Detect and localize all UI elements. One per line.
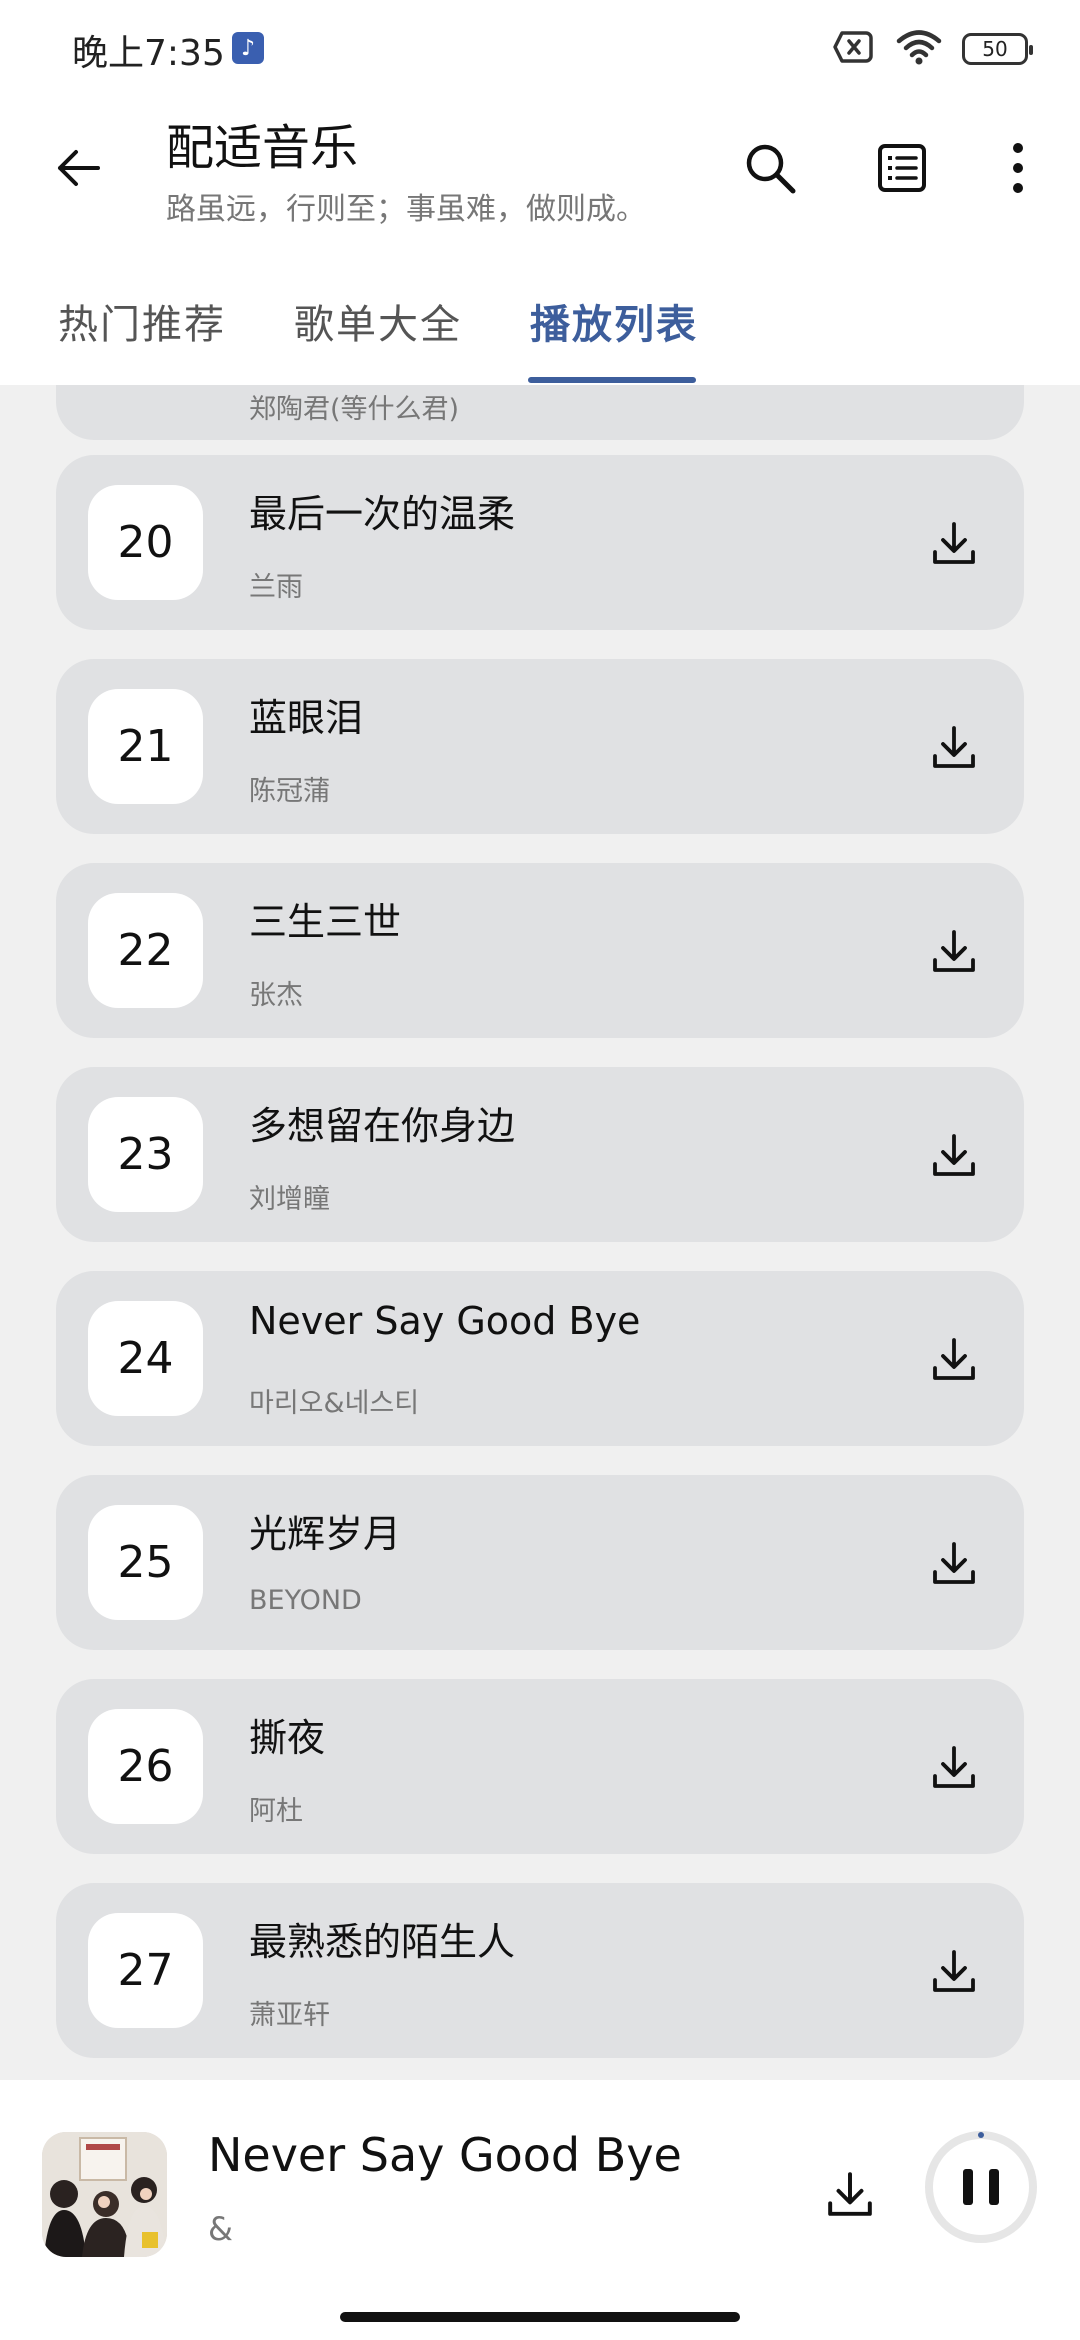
list-item[interactable]: 26 撕夜 阿杜 — [56, 1679, 1024, 1854]
download-button[interactable] — [924, 1737, 984, 1797]
back-arrow-icon — [58, 150, 100, 186]
download-button[interactable] — [924, 717, 984, 777]
track-number: 20 — [88, 485, 203, 600]
app-title: 配适音乐 — [166, 120, 359, 176]
mini-player[interactable]: Never Say Good Bye & — [0, 2080, 1080, 2340]
pause-button[interactable] — [922, 2128, 1040, 2246]
song-artist: 兰雨 — [249, 572, 303, 603]
player-song-artist: & — [208, 2210, 233, 2248]
download-button[interactable] — [924, 1125, 984, 1185]
download-icon — [933, 1338, 975, 1380]
download-button[interactable] — [924, 921, 984, 981]
track-number: 22 — [88, 893, 203, 1008]
status-bar: 晚上7:35 ♪ 50 — [0, 0, 1080, 96]
song-title: Never Say Good Bye — [249, 1299, 641, 1343]
search-icon — [746, 144, 796, 194]
app-subtitle: 路虽远，行则至；事虽难，做则成。 — [166, 192, 646, 227]
download-icon — [933, 930, 975, 972]
download-button[interactable] — [924, 513, 984, 573]
app-bar: 配适音乐 路虽远，行则至；事虽难，做则成。 — [0, 96, 1080, 266]
list-item[interactable]: 20 最后一次的温柔 兰雨 — [56, 455, 1024, 630]
song-artist: 마리오&네스티 — [249, 1388, 420, 1419]
download-button[interactable] — [924, 1533, 984, 1593]
list-item[interactable]: 24 Never Say Good Bye 마리오&네스티 — [56, 1271, 1024, 1446]
song-artist: 郑陶君(等什么君) — [249, 394, 460, 425]
player-song-title: Never Say Good Bye — [208, 2128, 682, 2182]
more-button[interactable] — [984, 134, 1052, 202]
download-icon — [933, 522, 975, 564]
more-vert-icon — [1013, 143, 1023, 193]
song-title: 光辉岁月 — [249, 1512, 402, 1556]
song-artist: 刘增瞳 — [249, 1184, 330, 1215]
album-art[interactable] — [42, 2132, 167, 2257]
home-indicator[interactable] — [340, 2312, 740, 2322]
track-number: 24 — [88, 1301, 203, 1416]
status-time: 晚上7:35 — [72, 33, 225, 74]
song-artist: BEYOND — [249, 1585, 362, 1616]
song-title: 最后一次的温柔 — [249, 492, 516, 536]
list-icon — [878, 144, 926, 192]
song-artist: 萧亚轩 — [249, 2000, 330, 2031]
sim-off-icon — [832, 30, 876, 68]
song-artist: 阿杜 — [249, 1796, 303, 1827]
download-icon — [933, 1542, 975, 1584]
song-title: 撕夜 — [249, 1716, 326, 1760]
track-number: 23 — [88, 1097, 203, 1212]
wifi-icon — [896, 28, 942, 70]
tab-bar: 热门推荐 歌单大全 播放列表 — [0, 280, 1080, 385]
song-title: 三生三世 — [249, 900, 402, 944]
song-artist: 陈冠蒲 — [249, 776, 330, 807]
tab-play-queue[interactable]: 播放列表 — [530, 292, 698, 350]
track-number: 26 — [88, 1709, 203, 1824]
tab-playlists[interactable]: 歌单大全 — [294, 292, 462, 350]
list-button[interactable] — [868, 134, 936, 202]
track-number: 21 — [88, 689, 203, 804]
pause-icon — [925, 2131, 1037, 2243]
list-item[interactable]: 23 多想留在你身边 刘增瞳 — [56, 1067, 1024, 1242]
battery-icon: 50 — [962, 33, 1033, 65]
download-icon — [933, 726, 975, 768]
player-download-button[interactable] — [818, 2162, 882, 2226]
active-tab-indicator — [528, 377, 696, 383]
list-item[interactable]: 25 光辉岁月 BEYOND — [56, 1475, 1024, 1650]
back-button[interactable] — [44, 134, 112, 202]
search-button[interactable] — [736, 134, 804, 202]
tab-hot-recommend[interactable]: 热门推荐 — [58, 292, 226, 350]
playlist[interactable]: 郑陶君(等什么君) 20 最后一次的温柔 兰雨 21 蓝眼泪 陈冠蒲 22 三生… — [0, 385, 1080, 2080]
download-icon — [828, 2172, 872, 2216]
list-item[interactable]: 郑陶君(等什么君) — [56, 385, 1024, 440]
status-icons: 50 — [832, 28, 1033, 70]
song-title: 多想留在你身边 — [249, 1104, 516, 1148]
header: 晚上7:35 ♪ 50 配适音乐 路虽远，行则至；事虽难，做则成。 热门推荐 歌… — [0, 0, 1080, 385]
song-title: 蓝眼泪 — [249, 696, 364, 740]
download-button[interactable] — [924, 1941, 984, 2001]
music-note-icon: ♪ — [232, 32, 264, 64]
list-item[interactable]: 27 最熟悉的陌生人 萧亚轩 — [56, 1883, 1024, 2058]
download-icon — [933, 1950, 975, 1992]
download-icon — [933, 1746, 975, 1788]
song-artist: 张杰 — [249, 980, 303, 1011]
song-title: 最熟悉的陌生人 — [249, 1920, 516, 1964]
download-button[interactable] — [924, 1329, 984, 1389]
track-number: 25 — [88, 1505, 203, 1620]
track-number: 27 — [88, 1913, 203, 2028]
list-item[interactable]: 21 蓝眼泪 陈冠蒲 — [56, 659, 1024, 834]
download-icon — [933, 1134, 975, 1176]
list-item[interactable]: 22 三生三世 张杰 — [56, 863, 1024, 1038]
